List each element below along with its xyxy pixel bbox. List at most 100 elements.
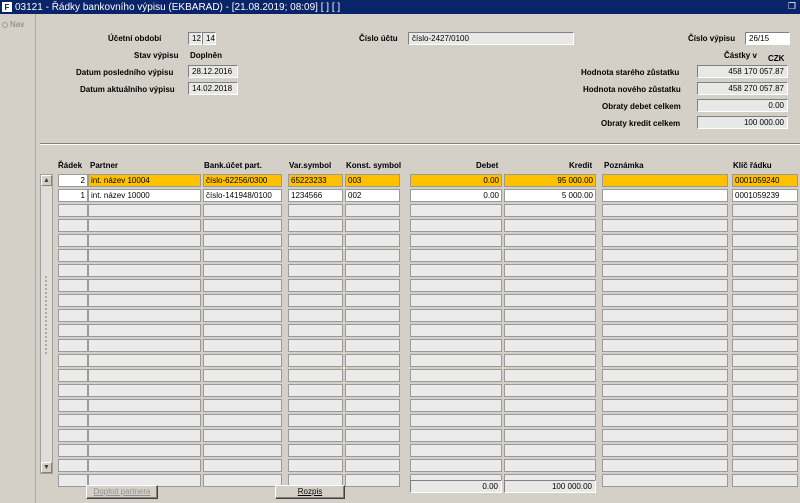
cell-poznamka[interactable] bbox=[602, 204, 728, 217]
cell-poznamka[interactable] bbox=[602, 219, 728, 232]
cell-var-symbol[interactable]: 65223233 bbox=[288, 174, 343, 187]
cell-bank-ucet[interactable] bbox=[203, 204, 282, 217]
cell-kredit[interactable] bbox=[504, 294, 596, 307]
cell-klic[interactable] bbox=[732, 474, 798, 487]
table-row-empty[interactable] bbox=[58, 234, 798, 247]
cell-partner[interactable] bbox=[88, 369, 201, 382]
cell-radek[interactable] bbox=[58, 384, 88, 397]
cell-debet[interactable] bbox=[410, 309, 502, 322]
table-row-empty[interactable] bbox=[58, 204, 798, 217]
cell-var-symbol[interactable] bbox=[288, 339, 343, 352]
cell-radek[interactable] bbox=[58, 459, 88, 472]
cell-kredit[interactable] bbox=[504, 384, 596, 397]
cell-kredit[interactable] bbox=[504, 444, 596, 457]
obraty-debet-field[interactable]: 0.00 bbox=[697, 99, 788, 112]
cell-konst-symbol[interactable] bbox=[345, 474, 400, 487]
cell-kredit[interactable] bbox=[504, 219, 596, 232]
cell-debet[interactable] bbox=[410, 234, 502, 247]
table-row-empty[interactable] bbox=[58, 219, 798, 232]
table-row-empty[interactable] bbox=[58, 249, 798, 262]
cell-konst-symbol[interactable] bbox=[345, 234, 400, 247]
cell-bank-ucet[interactable] bbox=[203, 279, 282, 292]
cell-partner[interactable] bbox=[88, 294, 201, 307]
cell-poznamka[interactable] bbox=[602, 474, 728, 487]
cell-debet[interactable] bbox=[410, 444, 502, 457]
cell-var-symbol[interactable] bbox=[288, 384, 343, 397]
cell-var-symbol[interactable] bbox=[288, 369, 343, 382]
cell-klic[interactable] bbox=[732, 459, 798, 472]
cell-partner[interactable] bbox=[88, 339, 201, 352]
cell-klic[interactable] bbox=[732, 219, 798, 232]
cell-klic[interactable]: 0001059240 bbox=[732, 174, 798, 187]
scroll-up-icon[interactable]: ▲ bbox=[41, 175, 52, 186]
cislo-vypisu-field[interactable]: 26/15 bbox=[745, 32, 790, 45]
cell-debet[interactable]: 0.00 bbox=[410, 174, 502, 187]
hodnota-stareho-field[interactable]: 458 170 057.87 bbox=[697, 65, 788, 78]
cell-konst-symbol[interactable] bbox=[345, 339, 400, 352]
cell-klic[interactable] bbox=[732, 414, 798, 427]
cell-var-symbol[interactable] bbox=[288, 309, 343, 322]
table-row-empty[interactable] bbox=[58, 444, 798, 457]
cell-partner[interactable] bbox=[88, 399, 201, 412]
table-row-empty[interactable] bbox=[58, 429, 798, 442]
cell-debet[interactable] bbox=[410, 459, 502, 472]
cell-kredit[interactable] bbox=[504, 264, 596, 277]
cell-partner[interactable] bbox=[88, 354, 201, 367]
cell-konst-symbol[interactable] bbox=[345, 249, 400, 262]
cell-bank-ucet[interactable] bbox=[203, 414, 282, 427]
cell-kredit[interactable] bbox=[504, 309, 596, 322]
cell-kredit[interactable] bbox=[504, 399, 596, 412]
cell-poznamka[interactable] bbox=[602, 174, 728, 187]
cell-var-symbol[interactable] bbox=[288, 294, 343, 307]
cell-radek[interactable] bbox=[58, 324, 88, 337]
cell-klic[interactable] bbox=[732, 264, 798, 277]
table-row-empty[interactable] bbox=[58, 294, 798, 307]
doplnit-partnera-button[interactable]: Doplnit partnera bbox=[86, 485, 158, 499]
cell-konst-symbol[interactable] bbox=[345, 399, 400, 412]
table-scrollbar[interactable]: ▲ ▼ bbox=[40, 174, 53, 474]
cell-radek[interactable] bbox=[58, 399, 88, 412]
table-row[interactable]: 1 int. název 10000 číslo-141948/0100 123456… bbox=[58, 189, 798, 202]
cell-poznamka[interactable] bbox=[602, 339, 728, 352]
cell-poznamka[interactable] bbox=[602, 429, 728, 442]
cell-debet[interactable] bbox=[410, 384, 502, 397]
cell-kredit[interactable] bbox=[504, 249, 596, 262]
cell-klic[interactable]: 0001059239 bbox=[732, 189, 798, 202]
scroll-grip[interactable] bbox=[44, 275, 48, 355]
cell-konst-symbol[interactable] bbox=[345, 204, 400, 217]
cell-debet[interactable]: 0.00 bbox=[410, 189, 502, 202]
table-row[interactable]: 2 int. název 10004 číslo-62256/0300 6522323… bbox=[58, 174, 798, 187]
cell-partner[interactable] bbox=[88, 249, 201, 262]
cell-debet[interactable] bbox=[410, 264, 502, 277]
cell-kredit[interactable] bbox=[504, 339, 596, 352]
cell-bank-ucet[interactable] bbox=[203, 474, 282, 487]
cell-debet[interactable] bbox=[410, 399, 502, 412]
cell-partner[interactable] bbox=[88, 219, 201, 232]
cell-bank-ucet[interactable] bbox=[203, 384, 282, 397]
cell-konst-symbol[interactable] bbox=[345, 414, 400, 427]
nav-button[interactable]: Nav bbox=[2, 20, 24, 29]
cell-var-symbol[interactable]: 1234566 bbox=[288, 189, 343, 202]
cell-poznamka[interactable] bbox=[602, 384, 728, 397]
cell-radek[interactable]: 1 bbox=[58, 189, 88, 202]
cell-bank-ucet[interactable] bbox=[203, 429, 282, 442]
cell-var-symbol[interactable] bbox=[288, 324, 343, 337]
cell-konst-symbol[interactable] bbox=[345, 444, 400, 457]
cell-konst-symbol[interactable] bbox=[345, 384, 400, 397]
cell-konst-symbol[interactable] bbox=[345, 264, 400, 277]
cell-radek[interactable] bbox=[58, 279, 88, 292]
cell-partner[interactable]: int. název 10004 bbox=[88, 174, 201, 187]
cell-poznamka[interactable] bbox=[602, 264, 728, 277]
cell-poznamka[interactable] bbox=[602, 189, 728, 202]
cell-var-symbol[interactable] bbox=[288, 414, 343, 427]
cislo-uctu-field[interactable]: číslo-2427/0100 bbox=[408, 32, 574, 45]
cell-debet[interactable] bbox=[410, 219, 502, 232]
cell-var-symbol[interactable] bbox=[288, 234, 343, 247]
cell-debet[interactable] bbox=[410, 204, 502, 217]
cell-partner[interactable] bbox=[88, 429, 201, 442]
cell-var-symbol[interactable] bbox=[288, 204, 343, 217]
cell-var-symbol[interactable] bbox=[288, 429, 343, 442]
cell-radek[interactable] bbox=[58, 219, 88, 232]
cell-konst-symbol[interactable]: 003 bbox=[345, 174, 400, 187]
cell-poznamka[interactable] bbox=[602, 354, 728, 367]
